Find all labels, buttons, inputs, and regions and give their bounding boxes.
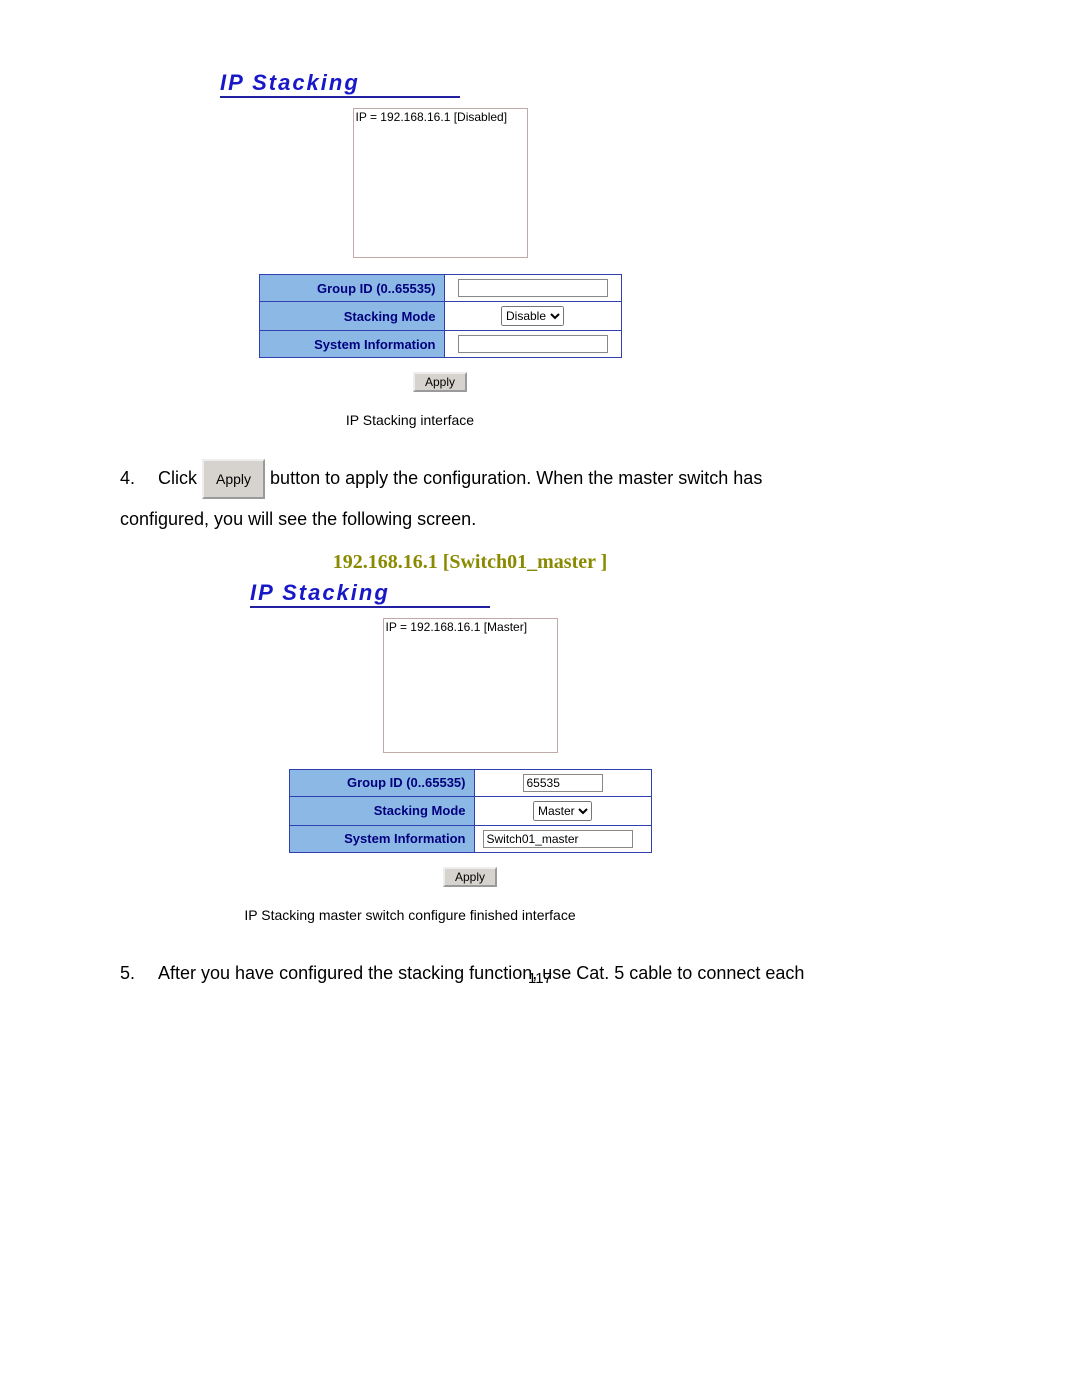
group-id-input-1[interactable]: [458, 279, 608, 297]
ip-list-item[interactable]: IP = 192.168.16.1 [Master]: [386, 620, 555, 634]
stacking-mode-label: Stacking Mode: [289, 796, 474, 825]
config-table-1: Group ID (0..65535) Stacking Mode Disabl…: [259, 274, 622, 358]
ip-stacking-panel-2: 192.168.16.1 [Switch01_master ] IP Stack…: [250, 551, 690, 887]
group-id-label: Group ID (0..65535): [289, 769, 474, 796]
page-number: 117: [0, 970, 1080, 987]
stacking-mode-label: Stacking Mode: [259, 302, 444, 331]
document-page: IP Stacking IP = 192.168.16.1 [Disabled]…: [0, 0, 1080, 1397]
stacking-mode-select-1[interactable]: Disable: [501, 306, 564, 326]
caption-1: IP Stacking interface: [0, 412, 820, 428]
step4-post1: button to apply the configuration. When …: [270, 468, 762, 488]
system-info-label: System Information: [259, 331, 444, 358]
step4-pre: Click: [158, 468, 202, 488]
step4-post2: configured, you will see the following s…: [120, 499, 840, 540]
system-info-label: System Information: [289, 825, 474, 852]
group-id-label: Group ID (0..65535): [259, 275, 444, 302]
ip-list-item[interactable]: IP = 192.168.16.1 [Disabled]: [356, 110, 525, 124]
group-id-input-2[interactable]: [523, 774, 603, 792]
step-number: 4.: [120, 458, 158, 499]
ip-stacking-heading-1: IP Stacking: [220, 70, 460, 98]
ip-list-1[interactable]: IP = 192.168.16.1 [Disabled]: [353, 108, 528, 258]
config-table-2: Group ID (0..65535) Stacking Mode Master…: [289, 769, 652, 853]
system-info-input-2[interactable]: [483, 830, 633, 848]
system-info-input-1[interactable]: [458, 335, 608, 353]
ip-stacking-heading-2: IP Stacking: [250, 580, 490, 608]
step-4-text: 4. Click Apply button to apply the confi…: [120, 458, 840, 541]
caption-2: IP Stacking master switch configure fini…: [0, 907, 820, 923]
apply-button-1[interactable]: Apply: [413, 372, 467, 392]
inline-apply-button: Apply: [202, 459, 265, 499]
ip-stacking-panel-1: IP Stacking IP = 192.168.16.1 [Disabled]…: [220, 70, 660, 392]
stacking-mode-select-2[interactable]: Master: [533, 801, 592, 821]
ip-list-2[interactable]: IP = 192.168.16.1 [Master]: [383, 618, 558, 753]
apply-button-2[interactable]: Apply: [443, 867, 497, 887]
context-title: 192.168.16.1 [Switch01_master ]: [250, 551, 690, 574]
